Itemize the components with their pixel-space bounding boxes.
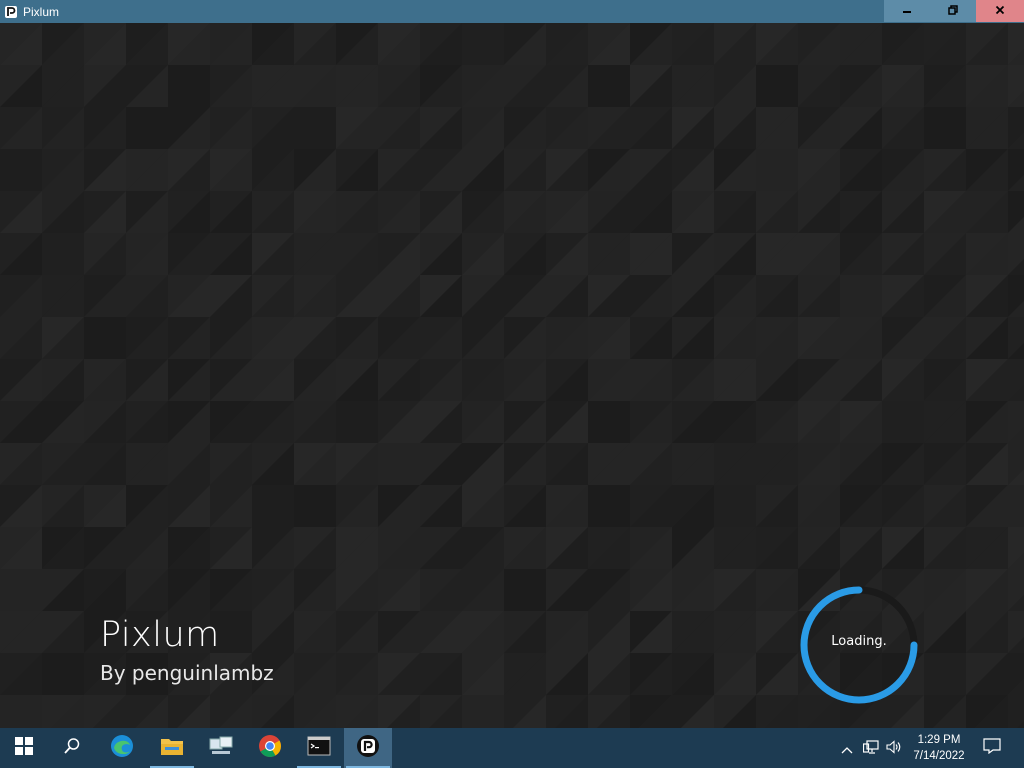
action-center-button[interactable] bbox=[978, 728, 1006, 768]
restore-icon bbox=[948, 4, 958, 18]
taskbar-file-explorer[interactable] bbox=[148, 728, 196, 768]
pixlum-app-icon bbox=[4, 5, 18, 19]
taskbar: 1:29 PM 7/14/2022 bbox=[0, 728, 1024, 768]
volume-tray-button[interactable] bbox=[884, 728, 904, 768]
splash-author: By penguinlambz bbox=[100, 661, 274, 685]
restore-button[interactable] bbox=[930, 0, 976, 22]
chrome-icon bbox=[258, 734, 282, 762]
window-title: Pixlum bbox=[23, 4, 60, 19]
edge-browser-icon bbox=[110, 734, 134, 762]
taskbar-network-app[interactable] bbox=[197, 728, 245, 768]
close-button[interactable] bbox=[976, 0, 1024, 22]
minimize-icon bbox=[902, 4, 912, 18]
taskbar-terminal[interactable] bbox=[295, 728, 343, 768]
taskbar-edge[interactable] bbox=[98, 728, 146, 768]
splash-screen: Pixlum By penguinlambz Loading. bbox=[0, 23, 1024, 728]
command-prompt-icon bbox=[307, 736, 331, 760]
taskbar-pixlum[interactable] bbox=[344, 728, 392, 768]
tray-overflow-button[interactable] bbox=[838, 728, 856, 768]
chevron-up-icon bbox=[841, 739, 853, 758]
windows-start-icon bbox=[15, 737, 33, 759]
clock-date: 7/14/2022 bbox=[913, 750, 965, 762]
close-icon bbox=[995, 4, 1005, 18]
speaker-icon bbox=[886, 739, 902, 758]
window-titlebar[interactable]: Pixlum bbox=[0, 0, 1024, 23]
network-tray-button[interactable] bbox=[861, 728, 881, 768]
search-icon bbox=[63, 737, 81, 759]
clock-time: 1:29 PM bbox=[917, 734, 961, 746]
splash-title: Pixlum bbox=[100, 615, 220, 655]
notification-icon bbox=[983, 738, 1001, 758]
pixlum-icon bbox=[356, 734, 380, 762]
taskbar-chrome[interactable] bbox=[246, 728, 294, 768]
minimize-button[interactable] bbox=[884, 0, 930, 22]
taskbar-clock[interactable]: 1:29 PM 7/14/2022 bbox=[906, 732, 972, 764]
start-button[interactable] bbox=[0, 728, 48, 768]
network-computers-icon bbox=[208, 735, 234, 761]
network-icon bbox=[862, 739, 879, 758]
search-button[interactable] bbox=[48, 728, 96, 768]
folder-icon bbox=[160, 735, 184, 761]
loading-text: Loading. bbox=[831, 634, 887, 649]
